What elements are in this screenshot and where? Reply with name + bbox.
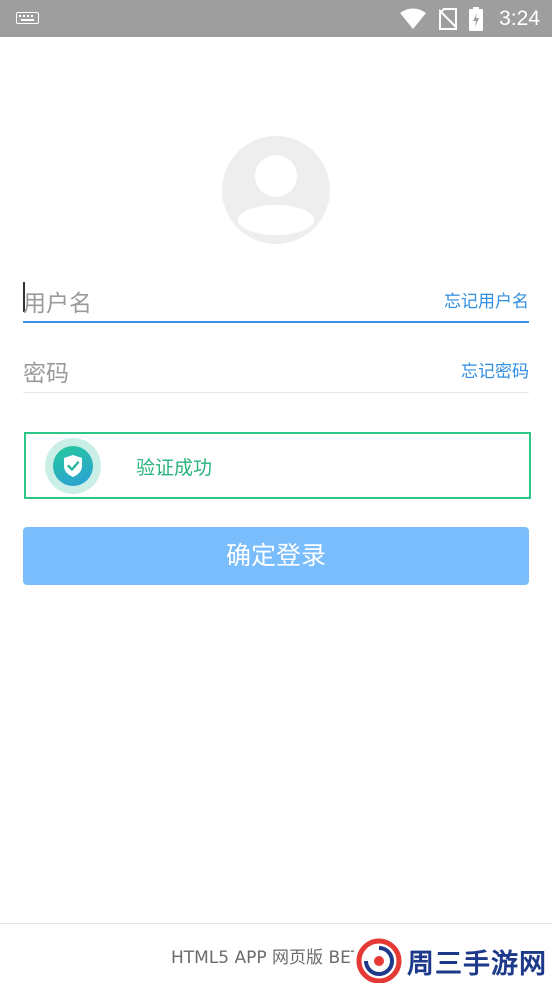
shield-check-icon xyxy=(64,455,82,477)
clock: 3:24 xyxy=(499,6,540,30)
login-button[interactable]: 确定登录 xyxy=(23,527,529,585)
forgot-password-link[interactable]: 忘记密码 xyxy=(461,357,529,382)
user-icon xyxy=(238,155,314,235)
no-sim-icon xyxy=(439,7,458,30)
status-icons: 3:24 xyxy=(399,0,540,37)
wifi-icon xyxy=(400,8,427,29)
verification-status: 验证成功 xyxy=(136,457,213,479)
watermark-logo-icon xyxy=(356,938,402,983)
avatar xyxy=(222,136,330,244)
password-input[interactable]: 密码 xyxy=(23,354,69,388)
battery-charging-icon xyxy=(469,6,484,31)
username-field[interactable]: 用户名 忘记用户名 xyxy=(23,270,529,323)
verification-badge xyxy=(53,446,93,486)
watermark: 周三手游网 xyxy=(355,938,552,983)
verification-box[interactable]: 验证成功 xyxy=(24,432,531,499)
keyboard-icon xyxy=(16,12,39,24)
status-bar: 3:24 xyxy=(0,0,552,37)
version-text: HTML5 APP 网页版 BETA xyxy=(171,948,354,968)
username-input[interactable]: 用户名 xyxy=(23,284,92,318)
watermark-text: 周三手游网 xyxy=(407,949,547,980)
forgot-username-link[interactable]: 忘记用户名 xyxy=(444,287,529,312)
password-field[interactable]: 密码 忘记密码 xyxy=(23,340,529,393)
